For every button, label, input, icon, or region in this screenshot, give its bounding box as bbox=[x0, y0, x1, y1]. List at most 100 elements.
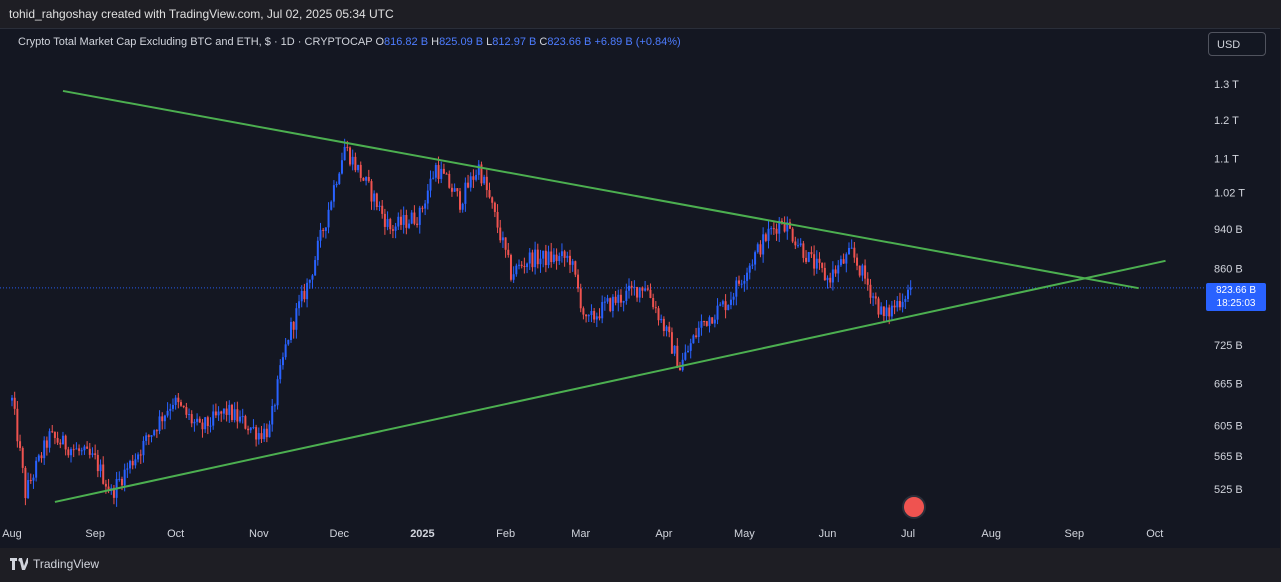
candle bbox=[177, 392, 180, 409]
candle bbox=[601, 295, 604, 324]
candle-body bbox=[724, 301, 727, 311]
candle bbox=[754, 250, 757, 271]
candle bbox=[834, 265, 837, 277]
candle-body bbox=[523, 265, 526, 268]
candle-body bbox=[587, 315, 590, 317]
candle bbox=[778, 217, 781, 243]
symbol-legend: Crypto Total Market Cap Excluding BTC an… bbox=[18, 36, 681, 48]
candle-body bbox=[362, 177, 365, 181]
legend-change: +6.89 B (+0.84%) bbox=[594, 36, 681, 48]
candle bbox=[858, 265, 861, 278]
candle bbox=[450, 183, 453, 197]
candle-body bbox=[91, 453, 94, 455]
candle-body bbox=[579, 288, 582, 309]
candle-body bbox=[271, 406, 274, 425]
candle-body bbox=[869, 284, 872, 298]
candle-body bbox=[467, 182, 470, 188]
candle-body bbox=[469, 176, 472, 188]
candle-body bbox=[204, 417, 207, 430]
candle-body bbox=[292, 321, 295, 330]
candle-body bbox=[732, 296, 735, 300]
candle-body bbox=[590, 311, 593, 316]
candle bbox=[424, 199, 427, 216]
candle bbox=[568, 249, 571, 274]
candle bbox=[539, 249, 542, 273]
candle-body bbox=[898, 301, 901, 308]
candle-body bbox=[349, 147, 352, 165]
candle-body bbox=[163, 415, 166, 422]
candle bbox=[456, 188, 459, 197]
candle-body bbox=[343, 146, 346, 161]
candle-body bbox=[332, 185, 335, 202]
candle bbox=[847, 242, 850, 255]
candle-body bbox=[526, 263, 529, 268]
candle bbox=[542, 250, 545, 268]
candle-body bbox=[19, 441, 22, 449]
candle bbox=[783, 216, 786, 233]
candle-body bbox=[365, 177, 368, 181]
candle bbox=[413, 205, 416, 226]
candle-body bbox=[330, 201, 333, 210]
candle bbox=[139, 449, 142, 464]
candle bbox=[692, 334, 695, 344]
tradingview-logo-icon bbox=[10, 558, 28, 570]
candle bbox=[724, 294, 727, 319]
candle-body bbox=[158, 416, 161, 431]
candle-body bbox=[252, 427, 255, 429]
candle-body bbox=[206, 417, 209, 426]
y-tick-label: 665 B bbox=[1214, 378, 1243, 390]
candle-body bbox=[139, 454, 142, 456]
candle-body bbox=[13, 397, 16, 409]
candle-body bbox=[810, 252, 813, 255]
candle-body bbox=[678, 367, 681, 371]
candle bbox=[83, 444, 86, 455]
tradingview-logo[interactable]: TradingView bbox=[10, 557, 99, 571]
candle bbox=[737, 275, 740, 287]
candle-body bbox=[340, 160, 343, 174]
candle-body bbox=[907, 289, 909, 300]
candle bbox=[829, 272, 832, 289]
candle bbox=[821, 262, 824, 273]
candle bbox=[416, 217, 419, 228]
candle bbox=[281, 352, 284, 370]
candle-body bbox=[638, 287, 641, 298]
price-chart[interactable]: 1.3 T1.2 T1.1 T1.02 T940 B860 B795 B725 … bbox=[0, 28, 1281, 548]
candle-body bbox=[574, 261, 577, 275]
candle-body bbox=[534, 249, 537, 268]
y-tick-label: 1.1 T bbox=[1214, 154, 1239, 166]
candle bbox=[252, 419, 255, 430]
candle-body bbox=[405, 215, 408, 228]
candle bbox=[743, 274, 746, 292]
candle bbox=[813, 245, 816, 276]
candle-body bbox=[448, 173, 451, 188]
candle bbox=[558, 252, 561, 265]
candle bbox=[459, 188, 461, 213]
candle bbox=[536, 243, 539, 269]
us-flag-icon[interactable] bbox=[902, 495, 926, 519]
candle bbox=[593, 307, 596, 323]
candle-body bbox=[378, 205, 381, 208]
candle-body bbox=[547, 251, 550, 266]
candle bbox=[375, 192, 378, 211]
candle-body bbox=[660, 318, 663, 321]
candle bbox=[606, 294, 609, 304]
candle-body bbox=[872, 296, 875, 298]
currency-button[interactable]: USD bbox=[1208, 32, 1266, 56]
candle-body bbox=[322, 229, 325, 231]
candle bbox=[16, 401, 19, 448]
candle-body bbox=[279, 365, 282, 380]
candle-body bbox=[861, 265, 864, 276]
candle bbox=[901, 293, 904, 313]
candle bbox=[882, 306, 885, 322]
candle-body bbox=[834, 269, 837, 274]
candle-body bbox=[864, 265, 867, 279]
candle-body bbox=[220, 411, 223, 414]
candle-body bbox=[566, 255, 569, 258]
candle bbox=[555, 248, 558, 270]
candle-body bbox=[201, 422, 204, 430]
candle bbox=[574, 260, 577, 278]
candle-body bbox=[606, 298, 609, 302]
candle-body bbox=[171, 404, 174, 409]
candle bbox=[260, 425, 263, 444]
candle-body bbox=[625, 290, 628, 302]
